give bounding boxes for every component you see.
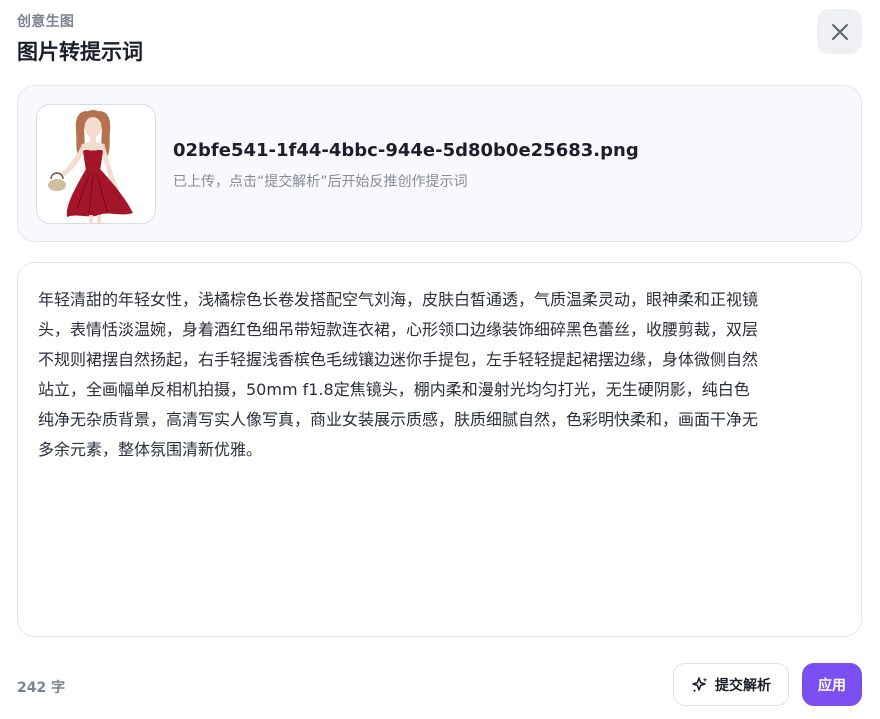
upload-hint: 已上传，点击“提交解析”后开始反推创作提示词 (173, 174, 468, 190)
page-title: 图片转提示词 (17, 40, 143, 64)
submit-parse-button[interactable]: 提交解析 (673, 663, 789, 706)
apply-button[interactable]: 应用 (802, 663, 862, 706)
header-subtitle: 创意生图 (17, 14, 75, 30)
image-thumbnail[interactable] (36, 104, 156, 224)
close-button[interactable] (817, 9, 862, 54)
dress-illustration (48, 110, 133, 223)
prompt-textarea[interactable]: 年轻清甜的年轻女性，浅橘棕色长卷发搭配空气刘海，皮肤白皙通透，气质温柔灵动，眼神… (17, 262, 862, 637)
close-icon (831, 23, 848, 40)
sparkle-icon (692, 676, 708, 692)
upload-card: 02bfe541-1f44-4bbc-944e-5d80b0e25683.png… (17, 85, 862, 242)
file-name: 02bfe541-1f44-4bbc-944e-5d80b0e25683.png (173, 140, 639, 161)
char-count: 242 字 (17, 680, 66, 696)
prompt-text[interactable]: 年轻清甜的年轻女性，浅橘棕色长卷发搭配空气刘海，皮肤白皙通透，气质温柔灵动，眼神… (38, 285, 758, 465)
submit-parse-label: 提交解析 (715, 677, 771, 694)
